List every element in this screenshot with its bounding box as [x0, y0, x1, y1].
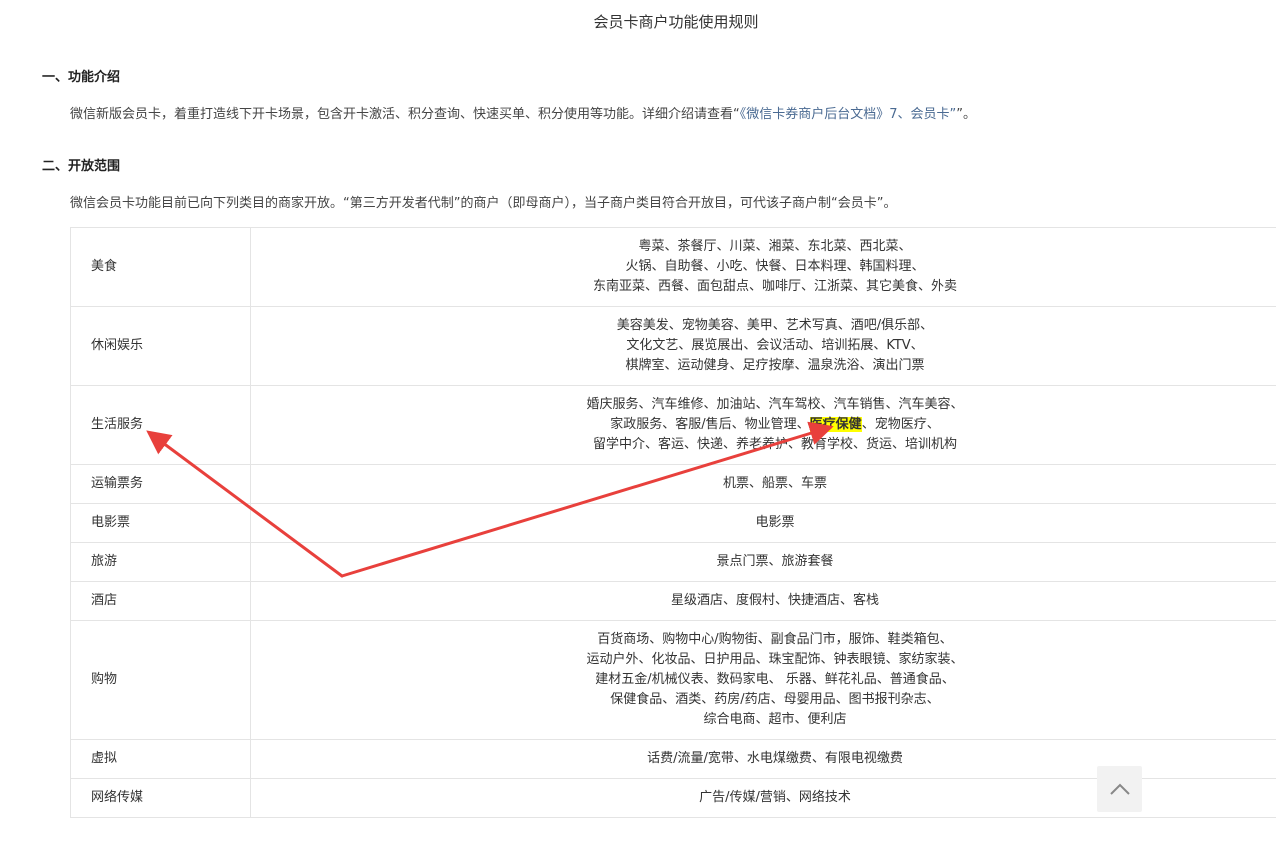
- scroll-top-button[interactable]: [1097, 766, 1142, 812]
- category-name: 休闲娱乐: [70, 306, 251, 386]
- intro-text-prefix: 微信新版会员卡，着重打造线下开卡场景，包含开卡激活、积分查询、快速买单、积分使用…: [70, 107, 740, 122]
- category-line: 东南亚菜、西餐、面包甜点、咖啡厅、江浙菜、其它美食、外卖: [592, 279, 957, 294]
- category-name: 旅游: [70, 542, 251, 582]
- highlighted-category: 医疗保健: [809, 417, 862, 432]
- category-line: 景点门票、旅游套餐: [716, 554, 834, 569]
- category-line: 机票、船票、车票: [722, 476, 827, 491]
- category-line: 综合电商、超市、便利店: [703, 712, 847, 727]
- category-line: 文化文艺、展览展出、会议活动、培训拓展、KTV、: [626, 338, 924, 353]
- card-doc-link[interactable]: 《微信卡券商户后台文档》7、会员卡”: [740, 107, 957, 122]
- category-items: 美容美发、宠物美容、美甲、艺术写真、酒吧/俱乐部、 文化文艺、展览展出、会议活动…: [250, 306, 1276, 386]
- category-items: 百货商场、购物中心/购物街、副食品门市，服饰、鞋类箱包、 运动户外、化妆品、日护…: [250, 620, 1276, 740]
- table-row: 购物 百货商场、购物中心/购物街、副食品门市，服饰、鞋类箱包、 运动户外、化妆品…: [70, 620, 1276, 740]
- chevron-up-icon: [1109, 783, 1130, 795]
- category-name: 生活服务: [70, 385, 251, 465]
- intro-paragraph: 微信新版会员卡，着重打造线下开卡场景，包含开卡激活、积分查询、快速买单、积分使用…: [70, 103, 976, 122]
- section-heading-intro: 一、功能介绍: [42, 70, 121, 85]
- category-line: 百货商场、购物中心/购物街、副食品门市，服饰、鞋类箱包、: [597, 632, 953, 647]
- page-title: 会员卡商户功能使用规则: [593, 13, 759, 31]
- category-items: 机票、船票、车票: [250, 464, 1276, 504]
- category-name: 网络传媒: [70, 778, 251, 818]
- section-heading-scope: 二、开放范围: [42, 159, 121, 174]
- category-line: 婚庆服务、汽车维修、加油站、汽车驾校、汽车销售、汽车美容、: [586, 397, 964, 412]
- category-items: 婚庆服务、汽车维修、加油站、汽车驾校、汽车销售、汽车美容、 家政服务、客服/售后…: [250, 385, 1276, 465]
- table-row: 运输票务 机票、船票、车票: [70, 464, 1276, 504]
- category-items: 粤菜、茶餐厅、川菜、湘菜、东北菜、西北菜、 火锅、自助餐、小吃、快餐、日本料理、…: [250, 227, 1276, 307]
- intro-text-suffix: ”。: [956, 107, 977, 122]
- category-line: 建材五金/机械仪表、数码家电、 乐器、鲜花礼品、普通食品、: [595, 672, 955, 687]
- category-line-part: 、宠物医疗、: [861, 417, 940, 432]
- table-row: 生活服务 婚庆服务、汽车维修、加油站、汽车驾校、汽车销售、汽车美容、 家政服务、…: [70, 385, 1276, 465]
- table-row: 美食 粤菜、茶餐厅、川菜、湘菜、东北菜、西北菜、 火锅、自助餐、小吃、快餐、日本…: [70, 227, 1276, 307]
- table-row: 网络传媒 广告/传媒/营销、网络技术: [70, 778, 1276, 818]
- table-row: 休闲娱乐 美容美发、宠物美容、美甲、艺术写真、酒吧/俱乐部、 文化文艺、展览展出…: [70, 306, 1276, 386]
- table-row: 电影票 电影票: [70, 503, 1276, 543]
- category-name: 购物: [70, 620, 251, 740]
- category-table: 美食 粤菜、茶餐厅、川菜、湘菜、东北菜、西北菜、 火锅、自助餐、小吃、快餐、日本…: [70, 227, 1276, 818]
- category-line: 留学中介、客运、快递、养老养护、教育学校、货运、培训机构: [592, 437, 957, 452]
- category-name: 电影票: [70, 503, 251, 543]
- category-line: 保健食品、酒类、药房/药店、母婴用品、图书报刊杂志、: [610, 692, 940, 707]
- category-line: 粤菜、茶餐厅、川菜、湘菜、东北菜、西北菜、: [638, 239, 912, 254]
- category-name: 虚拟: [70, 739, 251, 779]
- category-name: 美食: [70, 227, 251, 307]
- category-name: 酒店: [70, 581, 251, 621]
- table-row: 虚拟 话费/流量/宽带、水电煤缴费、有限电视缴费: [70, 739, 1276, 779]
- table-row: 酒店 星级酒店、度假村、快捷酒店、客栈: [70, 581, 1276, 621]
- category-line: 美容美发、宠物美容、美甲、艺术写真、酒吧/俱乐部、: [616, 318, 934, 333]
- category-line: 运动户外、化妆品、日护用品、珠宝配饰、钟表眼镜、家纺家装、: [586, 652, 964, 667]
- scope-paragraph: 微信会员卡功能目前已向下列类目的商家开放。“第三方开发者代制”的商户（即母商户）…: [70, 196, 897, 211]
- category-line: 家政服务、客服/售后、物业管理、医疗保健、宠物医疗、: [281, 415, 1269, 435]
- category-items: 景点门票、旅游套餐: [250, 542, 1276, 582]
- category-items: 星级酒店、度假村、快捷酒店、客栈: [250, 581, 1276, 621]
- category-line: 星级酒店、度假村、快捷酒店、客栈: [670, 593, 879, 608]
- category-name: 运输票务: [70, 464, 251, 504]
- category-line: 火锅、自助餐、小吃、快餐、日本料理、韩国料理、: [625, 259, 925, 274]
- category-line-part: 家政服务、客服/售后、物业管理、: [610, 417, 810, 432]
- category-line: 棋牌室、运动健身、足疗按摩、温泉洗浴、演出门票: [625, 358, 925, 373]
- table-row: 旅游 景点门票、旅游套餐: [70, 542, 1276, 582]
- category-items: 电影票: [250, 503, 1276, 543]
- category-line: 电影票: [755, 515, 795, 530]
